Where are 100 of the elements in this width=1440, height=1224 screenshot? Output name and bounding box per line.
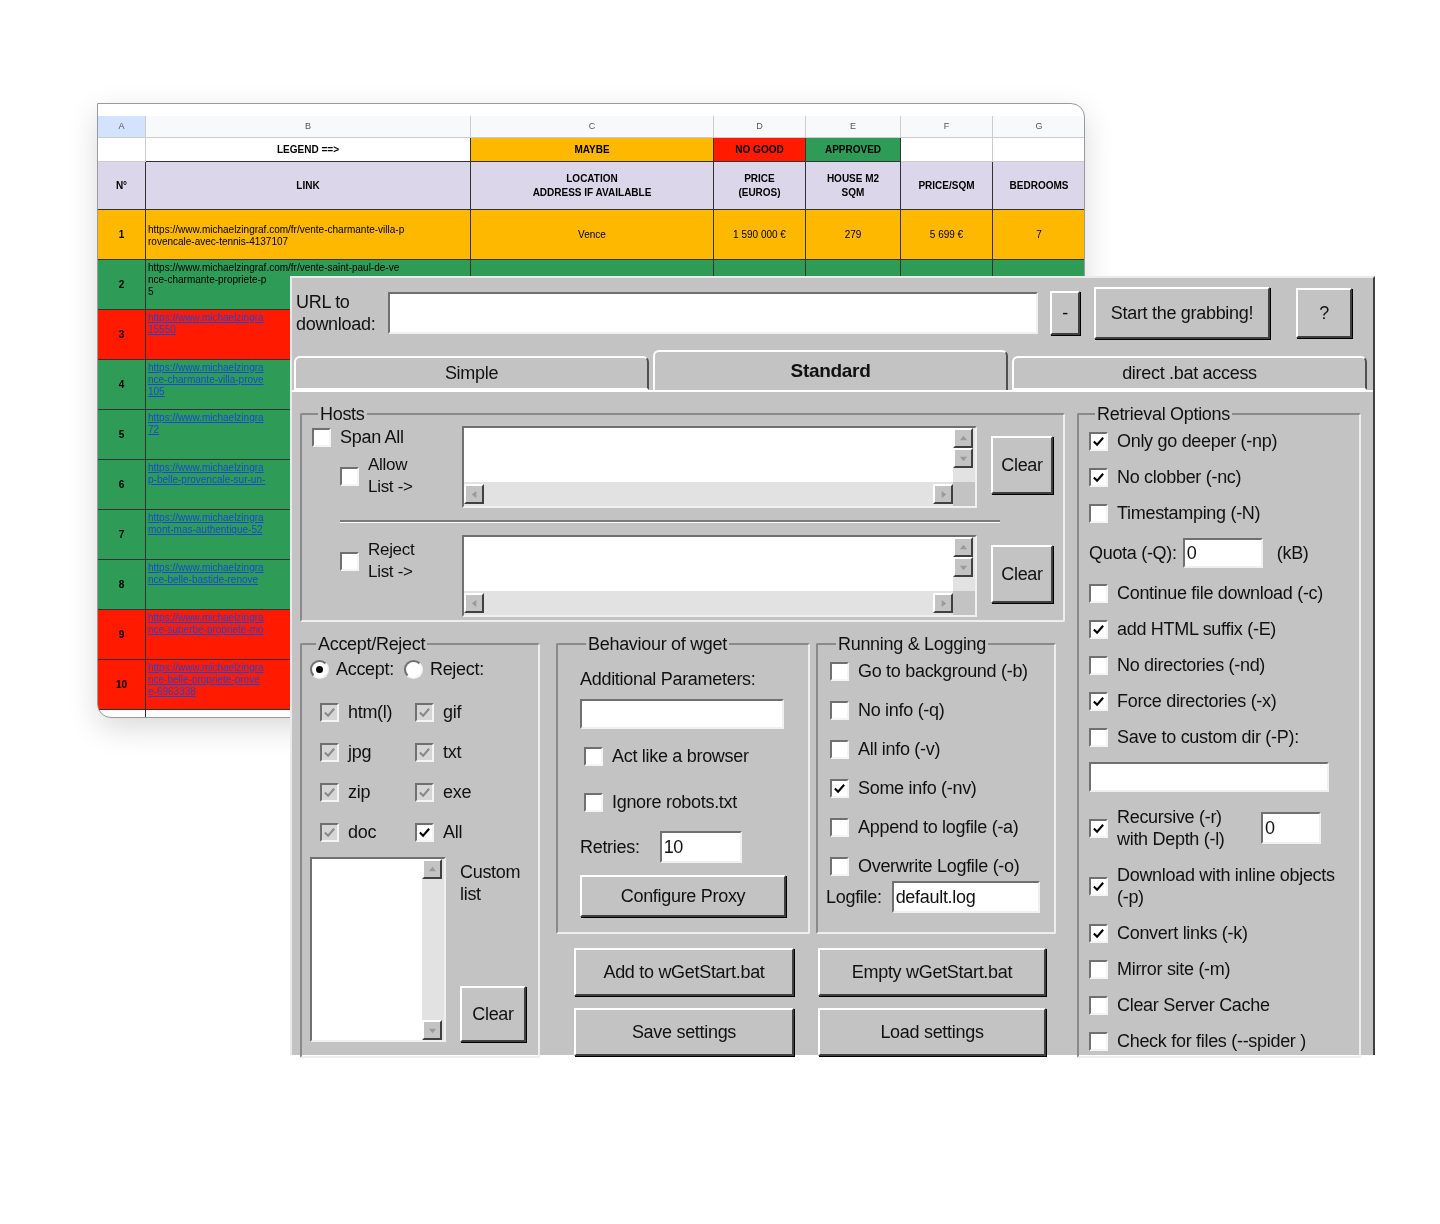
checkbox[interactable] bbox=[830, 700, 849, 720]
scroll-down-button[interactable] bbox=[422, 1020, 442, 1040]
checkbox-label: Only go deeper (-np) bbox=[1117, 430, 1278, 452]
scroll-down-button[interactable] bbox=[953, 448, 973, 468]
checkbox[interactable] bbox=[1089, 727, 1108, 747]
scroll-right-button[interactable] bbox=[933, 484, 953, 504]
checkbox[interactable] bbox=[1089, 619, 1108, 639]
checkbox[interactable] bbox=[830, 817, 849, 837]
url-input[interactable] bbox=[388, 292, 1038, 334]
scrollbar-corner bbox=[953, 591, 975, 615]
button[interactable]: Save settings bbox=[574, 1008, 794, 1056]
scroll-up-button[interactable] bbox=[953, 428, 973, 448]
column-heading: BEDROOMS bbox=[993, 162, 1084, 210]
row-number: 3 bbox=[98, 310, 146, 360]
checkbox[interactable] bbox=[1089, 923, 1108, 943]
checkbox[interactable] bbox=[1089, 431, 1108, 451]
checkbox-label: jpg bbox=[348, 741, 372, 763]
checkbox[interactable] bbox=[1089, 959, 1108, 979]
legend-tag: APPROVED bbox=[806, 138, 901, 162]
checkbox[interactable] bbox=[830, 661, 849, 681]
checkbox-label: All info (-v) bbox=[858, 738, 941, 760]
checkmark-icon bbox=[1092, 926, 1105, 940]
scroll-down-button[interactable] bbox=[953, 557, 973, 577]
parameters-input[interactable] bbox=[580, 699, 784, 729]
column-header[interactable]: F bbox=[901, 116, 993, 138]
radio-button[interactable] bbox=[403, 660, 423, 679]
scroll-up-button[interactable] bbox=[422, 859, 442, 879]
tab[interactable]: Standard bbox=[653, 350, 1008, 390]
logfile-input[interactable]: default.log bbox=[891, 881, 1040, 913]
checkbox-label: Span All bbox=[340, 426, 404, 448]
retries-input[interactable]: 10 bbox=[659, 831, 742, 863]
column-header[interactable]: D bbox=[714, 116, 806, 138]
column-header[interactable]: G bbox=[993, 116, 1084, 138]
minus-button[interactable]: - bbox=[1050, 291, 1080, 335]
checkbox-label: Convert links (-k) bbox=[1117, 922, 1248, 944]
list-box[interactable] bbox=[462, 426, 977, 508]
vertical-scrollbar[interactable] bbox=[422, 859, 444, 1040]
triangle-up-icon bbox=[427, 864, 437, 874]
checkmark-icon bbox=[1092, 879, 1105, 893]
checkbox[interactable] bbox=[584, 792, 603, 812]
column-header[interactable]: A bbox=[98, 116, 146, 138]
proxy-button[interactable]: Configure Proxy bbox=[580, 875, 786, 917]
clear-button[interactable]: Clear bbox=[991, 436, 1053, 494]
scroll-left-button[interactable] bbox=[464, 484, 484, 504]
checkbox[interactable] bbox=[1089, 876, 1108, 896]
column-heading: PRICE (EUROS) bbox=[714, 162, 806, 210]
button[interactable]: Empty wGetStart.bat bbox=[818, 948, 1046, 996]
checkbox[interactable] bbox=[1089, 1031, 1108, 1051]
custom-list-label: Custom list bbox=[460, 861, 522, 905]
tab[interactable]: Simple bbox=[294, 356, 649, 390]
start-button[interactable]: Start the grabbing! bbox=[1094, 287, 1270, 339]
list-box[interactable] bbox=[462, 535, 977, 617]
clear-button[interactable]: Clear bbox=[991, 545, 1053, 603]
checkbox[interactable] bbox=[830, 739, 849, 759]
vertical-scrollbar[interactable] bbox=[953, 537, 975, 591]
column-header[interactable]: C bbox=[471, 116, 714, 138]
checkbox[interactable] bbox=[830, 856, 849, 876]
quota-input[interactable]: 0 bbox=[1182, 538, 1263, 568]
row-number: 9 bbox=[98, 610, 146, 660]
checkbox[interactable] bbox=[1089, 818, 1108, 838]
button[interactable]: Add to wGetStart.bat bbox=[574, 948, 794, 996]
checkmark-icon bbox=[1092, 694, 1105, 708]
checkbox[interactable] bbox=[415, 822, 434, 842]
group-title: Accept/Reject bbox=[317, 634, 427, 654]
group-title: Hosts bbox=[319, 404, 366, 424]
checkbox[interactable] bbox=[340, 551, 359, 571]
depth-input[interactable]: 0 bbox=[1261, 812, 1321, 844]
directory-input[interactable] bbox=[1089, 762, 1329, 792]
triangle-up-icon bbox=[958, 542, 968, 552]
checkbox[interactable] bbox=[1089, 691, 1108, 711]
checkbox[interactable] bbox=[340, 466, 359, 486]
vertical-scrollbar[interactable] bbox=[953, 428, 975, 482]
checkbox[interactable] bbox=[1089, 583, 1108, 603]
column-header[interactable]: B bbox=[146, 116, 471, 138]
button[interactable]: Load settings bbox=[818, 1008, 1046, 1056]
scroll-left-button[interactable] bbox=[464, 593, 484, 613]
column-header[interactable]: E bbox=[806, 116, 901, 138]
scrollbar-corner bbox=[953, 482, 975, 506]
legend-label: LEGEND ==> bbox=[146, 138, 471, 162]
checkbox[interactable] bbox=[312, 427, 331, 447]
checkbox[interactable] bbox=[1089, 655, 1108, 675]
help-button[interactable]: ? bbox=[1296, 288, 1352, 338]
table-cell: 5 699 € bbox=[901, 210, 993, 260]
scroll-right-button[interactable] bbox=[933, 593, 953, 613]
checkbox[interactable] bbox=[1089, 995, 1108, 1015]
checkbox-label: Force directories (-x) bbox=[1117, 690, 1277, 712]
checkbox[interactable] bbox=[1089, 467, 1108, 487]
scroll-up-button[interactable] bbox=[953, 537, 973, 557]
list-box[interactable] bbox=[310, 857, 446, 1042]
horizontal-scrollbar[interactable] bbox=[464, 482, 953, 506]
checkbox[interactable] bbox=[1089, 503, 1108, 523]
tab[interactable]: direct .bat access bbox=[1012, 356, 1367, 390]
clear-button[interactable]: Clear bbox=[460, 986, 526, 1042]
checkbox-label: gif bbox=[443, 701, 462, 723]
legend-tag: MAYBE bbox=[471, 138, 714, 162]
checkbox[interactable] bbox=[830, 778, 849, 798]
checkbox-label: All bbox=[443, 821, 463, 843]
checkbox[interactable] bbox=[584, 746, 603, 766]
horizontal-scrollbar[interactable] bbox=[464, 591, 953, 615]
radio-button[interactable] bbox=[310, 660, 329, 679]
